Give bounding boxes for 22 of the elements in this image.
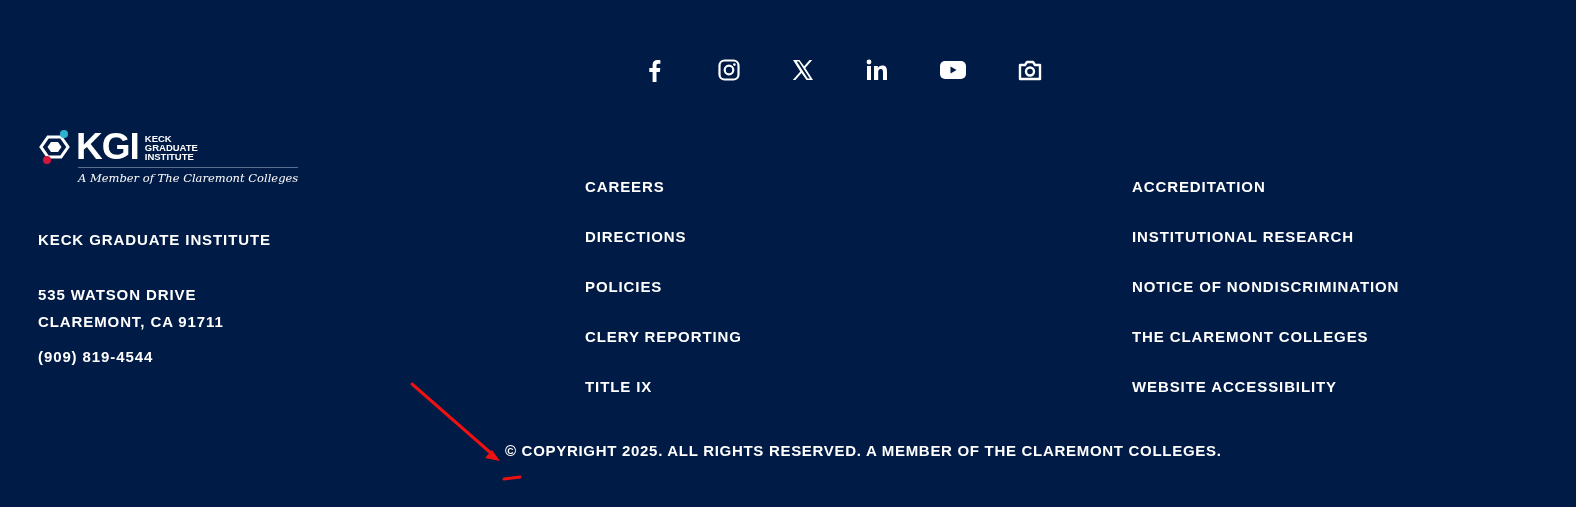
logo-tagline: A Member of The Claremont Colleges: [78, 167, 298, 185]
footer-link[interactable]: ACCREDITATION: [1132, 177, 1576, 197]
footer-link[interactable]: POLICIES: [585, 277, 1132, 297]
footer-link[interactable]: TITLE IX: [585, 377, 1132, 397]
phone-number: (909) 819-4544: [38, 347, 155, 367]
logo-wordmark: KECK GRADUATE INSTITUTE: [144, 133, 198, 161]
institute-name: KECK GRADUATE INSTITUTE: [38, 230, 272, 250]
linkedin-icon[interactable]: [865, 58, 889, 82]
footer-link[interactable]: DIRECTIONS: [585, 227, 1132, 247]
footer-link[interactable]: INSTITUTIONAL RESEARCH: [1132, 227, 1576, 247]
copyright-text: © COPYRIGHT 2025. ALL RIGHTS RESERVED. A MEMBER OF THE CLAREMONT COLLEGES.: [505, 441, 1223, 461]
footer-link[interactable]: CLERY REPORTING: [585, 327, 1132, 347]
x-logo-icon[interactable]: [791, 58, 815, 82]
footer-link[interactable]: NOTICE OF NONDISCRIMINATION: [1132, 277, 1576, 297]
youtube-icon[interactable]: [939, 58, 967, 82]
footer-link[interactable]: THE CLAREMONT COLLEGES: [1132, 327, 1576, 347]
street-address: 535 WATSON DRIVE CLAREMONT, CA 91711: [38, 285, 225, 332]
camera-icon[interactable]: [1017, 58, 1043, 82]
logo-initials: KGI: [76, 129, 139, 165]
footer-link[interactable]: WEBSITE ACCESSIBILITY: [1132, 377, 1576, 397]
instagram-icon[interactable]: [717, 58, 741, 82]
footer-link[interactable]: CAREERS: [585, 177, 1132, 197]
